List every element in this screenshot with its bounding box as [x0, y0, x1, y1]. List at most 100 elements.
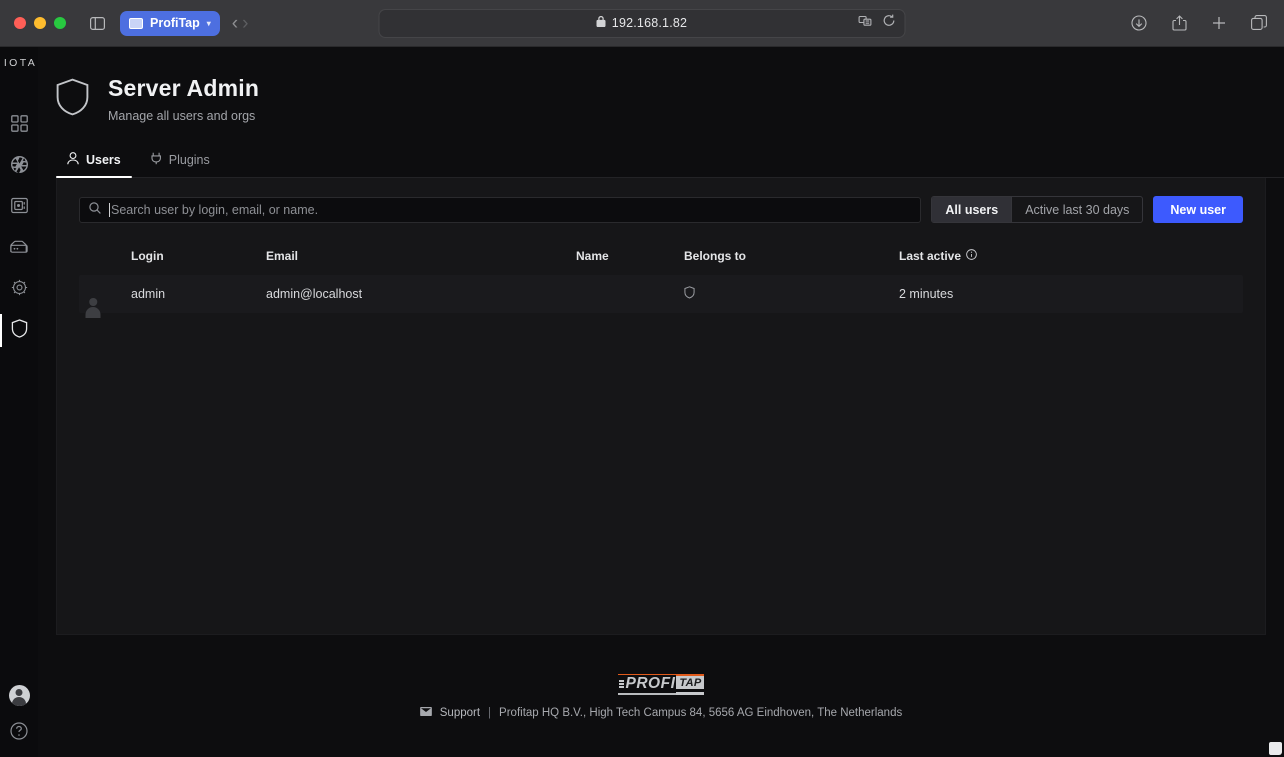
address-bar-url: 192.168.1.82 — [612, 16, 687, 30]
tab-plugins[interactable]: Plugins — [140, 145, 221, 177]
users-panel: Search user by login, email, or name. Al… — [56, 178, 1266, 635]
plug-icon — [151, 152, 162, 168]
page-subtitle: Manage all users and orgs — [108, 109, 259, 123]
logo-ticks-icon — [619, 680, 624, 688]
grid-icon — [11, 115, 28, 137]
safe-icon — [11, 197, 28, 219]
column-avatar — [79, 243, 131, 275]
browser-tab[interactable]: ProfiTap ▾ — [120, 11, 220, 36]
column-belongs-to[interactable]: Belongs to — [684, 243, 899, 275]
sidebar-nav — [0, 105, 38, 351]
filter-all-users[interactable]: All users — [932, 197, 1011, 222]
download-icon[interactable] — [1126, 10, 1152, 36]
new-user-button[interactable]: New user — [1153, 196, 1243, 223]
user-icon — [67, 152, 79, 168]
app-sidebar: IOTA — [0, 47, 38, 757]
users-table-head: Login Email Name Belongs to — [79, 243, 1243, 275]
row-belongs-to — [684, 275, 899, 313]
support-link[interactable]: Support — [440, 707, 480, 719]
tab-plugins-label: Plugins — [169, 153, 210, 167]
column-login[interactable]: Login — [131, 243, 266, 275]
sidebar-toggle-icon[interactable] — [84, 10, 110, 36]
logo-tap-text: TAP — [676, 676, 704, 689]
column-email[interactable]: Email — [266, 243, 576, 275]
sidebar-item-settings[interactable] — [0, 269, 38, 310]
forward-button[interactable]: › — [242, 14, 248, 33]
tab-users-label: Users — [86, 153, 121, 167]
users-toolbar: Search user by login, email, or name. Al… — [79, 196, 1243, 223]
avatar-icon[interactable] — [9, 685, 30, 706]
column-name[interactable]: Name — [576, 243, 684, 275]
page-title: Server Admin — [108, 75, 259, 102]
sidebar-item-device[interactable] — [0, 228, 38, 269]
page-header: Server Admin Manage all users and orgs — [38, 47, 1284, 123]
column-belongs-to-label: Belongs to — [684, 249, 746, 263]
display-icon — [129, 18, 143, 29]
maximize-window-button[interactable] — [54, 17, 66, 29]
new-user-button-label: New user — [1170, 203, 1226, 217]
footer-info: Support | Profitap HQ B.V., High Tech Ca… — [420, 707, 902, 719]
footer-address: Profitap HQ B.V., High Tech Campus 84, 5… — [499, 707, 902, 719]
server-icon — [10, 239, 28, 259]
filter-all-users-label: All users — [945, 203, 998, 217]
tab-bar: Users Plugins — [56, 145, 1284, 178]
mail-icon — [420, 707, 432, 719]
share-icon[interactable] — [1166, 10, 1192, 36]
table-header-row: Login Email Name Belongs to — [79, 243, 1243, 275]
shield-icon — [684, 288, 695, 302]
address-bar[interactable]: 192.168.1.82 — [379, 9, 906, 38]
brand-logo: IOTA — [4, 57, 37, 69]
row-name — [576, 275, 684, 313]
logo-profi-text: PROFI — [626, 675, 676, 693]
filter-active-30-days-label: Active last 30 days — [1025, 203, 1129, 217]
page-footer: PROFI TAP S — [38, 635, 1284, 757]
window-resize-handle[interactable] — [1269, 742, 1282, 755]
app-viewport: IOTA — [0, 47, 1284, 757]
user-filter-segmented-control: All users Active last 30 days — [931, 196, 1143, 223]
column-email-label: Email — [266, 249, 298, 263]
tab-overview-icon[interactable] — [1246, 10, 1272, 36]
question-circle-icon[interactable] — [10, 722, 28, 745]
window-controls — [14, 17, 66, 29]
column-last-active-label: Last active — [899, 249, 961, 263]
close-window-button[interactable] — [14, 17, 26, 29]
navigation-arrows: ‹ › — [232, 14, 249, 33]
plus-icon[interactable] — [1206, 10, 1232, 36]
table-row[interactable]: admin admin@localhost 2 minutes — [79, 275, 1243, 313]
column-login-label: Login — [131, 249, 164, 263]
main-content: Server Admin Manage all users and orgs U… — [38, 47, 1284, 757]
browser-window: ProfiTap ▾ ‹ › 192.168.1.82 — [0, 0, 1284, 757]
profitap-logo: PROFI TAP — [618, 674, 705, 695]
search-placeholder: Search user by login, email, or name. — [109, 203, 318, 217]
column-last-active[interactable]: Last active — [899, 243, 1243, 275]
users-table-body: admin admin@localhost 2 minutes — [79, 275, 1243, 313]
shield-icon — [11, 319, 28, 343]
row-avatar-cell — [79, 275, 131, 313]
sidebar-item-storage[interactable] — [0, 187, 38, 228]
aperture-icon — [11, 156, 28, 178]
tab-users[interactable]: Users — [56, 145, 132, 177]
row-last-active: 2 minutes — [899, 275, 1243, 313]
info-circle-icon[interactable] — [966, 249, 977, 263]
row-email: admin@localhost — [266, 275, 576, 313]
reload-icon[interactable] — [883, 14, 896, 32]
lock-icon — [597, 16, 606, 30]
address-bar-actions — [859, 14, 896, 32]
sidebar-item-dashboards[interactable] — [0, 105, 38, 146]
sidebar-item-capture[interactable] — [0, 146, 38, 187]
search-input[interactable]: Search user by login, email, or name. — [79, 197, 921, 223]
chevron-down-icon[interactable]: ▾ — [207, 19, 211, 28]
row-login: admin — [131, 275, 266, 313]
gear-icon — [11, 279, 28, 301]
browser-titlebar: ProfiTap ▾ ‹ › 192.168.1.82 — [0, 0, 1284, 47]
minimize-window-button[interactable] — [34, 17, 46, 29]
filter-active-30-days[interactable]: Active last 30 days — [1011, 197, 1142, 222]
sidebar-bottom-actions — [0, 685, 38, 757]
footer-separator: | — [488, 707, 491, 719]
browser-toolbar-actions — [1126, 10, 1272, 36]
users-table: Login Email Name Belongs to — [79, 243, 1243, 313]
column-name-label: Name — [576, 249, 609, 263]
back-button[interactable]: ‹ — [232, 14, 238, 33]
sidebar-item-admin[interactable] — [0, 310, 38, 351]
privacy-report-icon[interactable] — [859, 14, 874, 32]
